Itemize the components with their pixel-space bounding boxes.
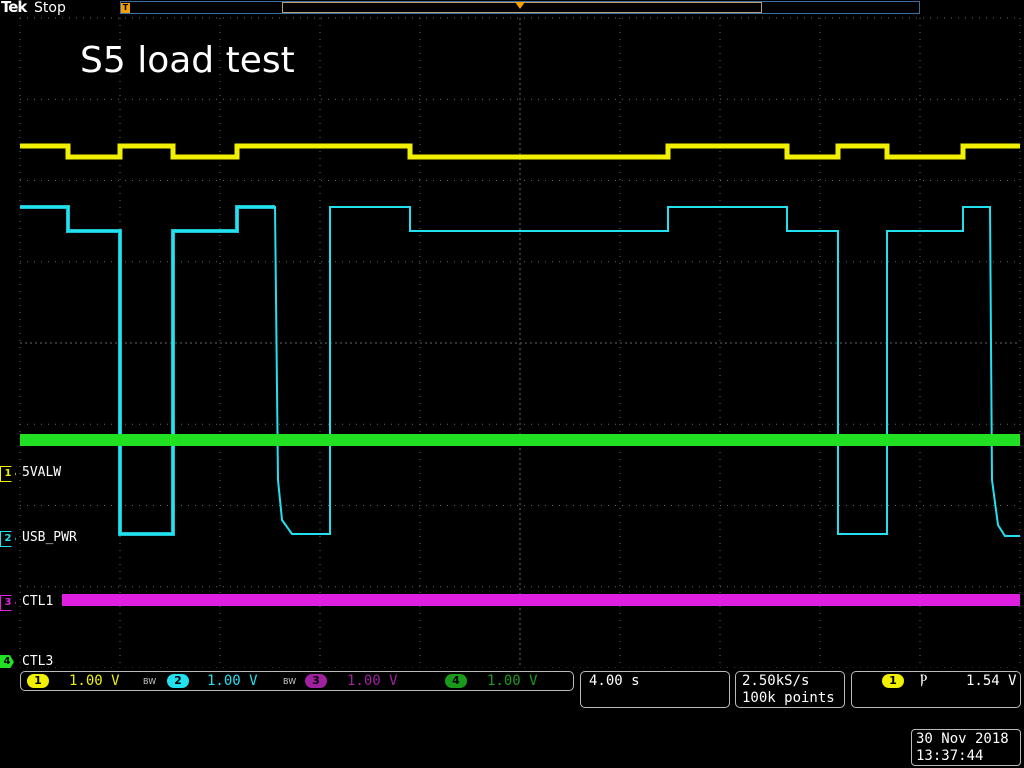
waveform-5valw — [20, 143, 1020, 160]
time-per-division[interactable]: 4.00 s — [589, 673, 640, 689]
channel-1-chip[interactable]: 1 — [27, 674, 49, 688]
graticule — [19, 17, 1021, 668]
waveform-usb-pwr — [20, 206, 1020, 537]
waveform-display[interactable] — [0, 0, 1024, 668]
channel-1-bw-limit-icon: BW — [143, 677, 157, 686]
datetime-panel: 30 Nov 2018 13:37:44 — [911, 729, 1021, 766]
channel-2-scale[interactable]: 1.00 V — [207, 673, 258, 689]
acquisition-panel[interactable]: 2.50kS/s 100k points — [735, 671, 845, 708]
trigger-source-chip[interactable]: 1 — [882, 674, 904, 688]
waveform-usb-pwr-noise — [20, 205, 275, 536]
channel-2-chip[interactable]: 2 — [167, 674, 189, 688]
channel-1-scale[interactable]: 1.00 V — [69, 673, 120, 689]
sample-rate: 2.50kS/s — [742, 673, 810, 689]
channel-2-label: USB_PWR — [22, 530, 77, 545]
waveform-ctl3 — [20, 434, 1020, 446]
channel-2-bw-limit-icon: BW — [283, 677, 297, 686]
record-length: 100k points — [742, 690, 835, 706]
channel-3-label: CTL1 — [22, 594, 54, 609]
time-display: 13:37:44 — [916, 748, 984, 764]
trigger-panel[interactable]: 1 Ⲣ 1.54 V — [851, 671, 1021, 708]
screen-title: S5 load test — [80, 40, 295, 81]
channel-3-chip[interactable]: 3 — [305, 674, 327, 688]
channel-3-scale[interactable]: 1.00 V — [347, 673, 398, 689]
waveform-ctl1 — [62, 594, 1020, 606]
horizontal-scale-panel[interactable]: 4.00 s — [580, 671, 730, 708]
falling-edge-icon[interactable]: Ⲣ — [920, 672, 927, 688]
channel-4-label: CTL3 — [22, 654, 54, 669]
trigger-level[interactable]: 1.54 V — [966, 673, 1017, 689]
channel-4-scale[interactable]: 1.00 V — [487, 673, 538, 689]
vertical-scale-panel[interactable]: 1 1.00 V BW 2 1.00 V BW 3 1.00 V 4 1.00 … — [20, 671, 574, 691]
channel-1-label: 5VALW — [22, 465, 62, 480]
channel-4-chip[interactable]: 4 — [445, 674, 467, 688]
date-display: 30 Nov 2018 — [916, 731, 1009, 747]
